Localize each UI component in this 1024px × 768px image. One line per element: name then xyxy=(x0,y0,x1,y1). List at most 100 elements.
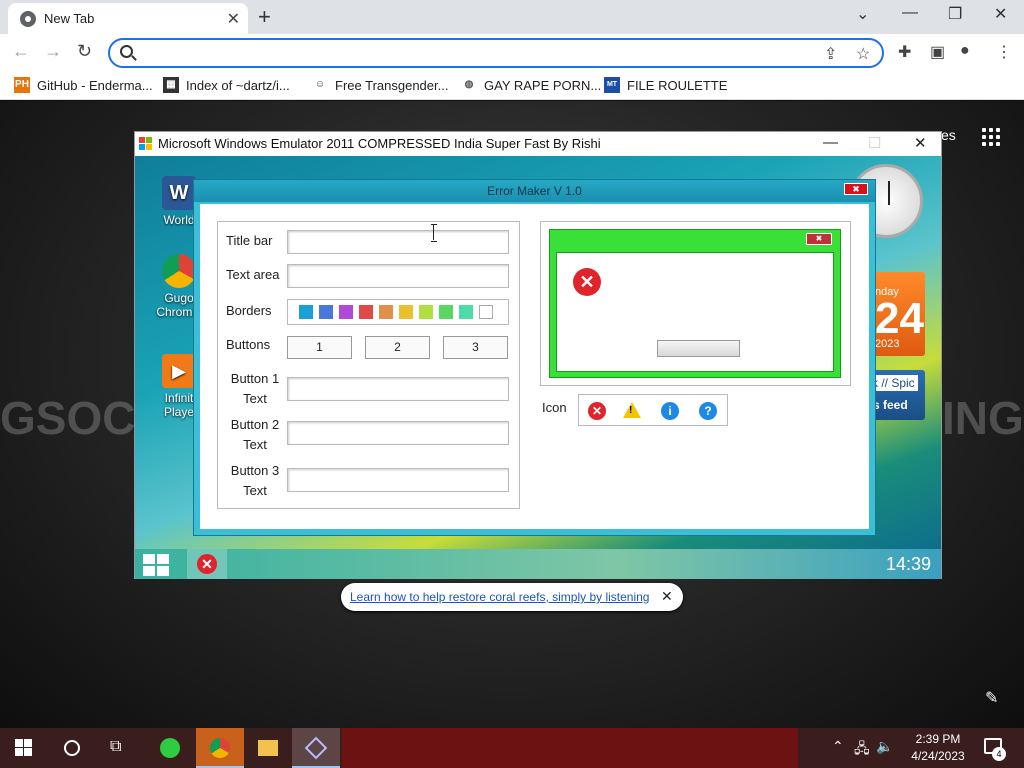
promo-notification: Learn how to help restore coral reefs, s… xyxy=(341,583,683,611)
background-text: ING xyxy=(942,392,1024,444)
border-color-swatch[interactable] xyxy=(419,305,433,319)
button3-text-input[interactable] xyxy=(287,468,509,492)
bookmark-star-icon[interactable]: ☆ xyxy=(856,44,870,64)
side-panel-icon[interactable]: ▣ xyxy=(930,42,945,62)
restore-button[interactable]: ❐ xyxy=(948,4,962,24)
customize-pencil-icon[interactable]: ✎ xyxy=(985,688,998,708)
task-view-button[interactable]: ⧉ xyxy=(96,728,144,768)
bookmark-label: Index of ~dartz/i... xyxy=(186,77,290,93)
border-color-picker xyxy=(287,299,509,325)
border-color-swatch[interactable] xyxy=(379,305,393,319)
show-hidden-icons[interactable]: ⌃ xyxy=(832,738,844,755)
bookmark-item[interactable]: PH GitHub - Enderma... xyxy=(14,77,153,93)
error-maker-window: Error Maker V 1.0 ✖ Title bar Text area … xyxy=(193,179,876,536)
share-icon[interactable]: ⇪ xyxy=(824,44,837,64)
emulator-close-button[interactable]: ✕ xyxy=(914,134,927,152)
warning-icon[interactable]: ! xyxy=(623,402,641,418)
globe-icon: ◍ xyxy=(461,77,477,93)
bookmarks-bar: PH GitHub - Enderma... ▦ Index of ~dartz… xyxy=(0,72,1024,100)
button3-text-label: Button 3 Text xyxy=(230,463,280,498)
profile-icon[interactable]: ● xyxy=(960,42,970,60)
border-color-swatch[interactable] xyxy=(479,305,493,319)
preview-content: ✕ xyxy=(556,252,834,372)
emulator-titlebar[interactable]: Microsoft Windows Emulator 2011 COMPRESS… xyxy=(135,132,941,156)
buttons-count-3[interactable]: 3 xyxy=(443,336,508,359)
text-cursor xyxy=(431,224,437,242)
address-input[interactable] xyxy=(144,44,824,62)
buttons-count-1[interactable]: 1 xyxy=(287,336,352,359)
close-button[interactable]: ✕ xyxy=(994,4,1007,24)
icon-picker: ✕ ! i ? xyxy=(578,394,728,426)
extensions-icon[interactable]: ✚ xyxy=(898,42,911,62)
search-button[interactable] xyxy=(48,728,96,768)
page-icon: ▦ xyxy=(163,77,179,93)
clock-hand xyxy=(888,181,890,205)
promo-close-icon[interactable]: ✕ xyxy=(661,588,673,605)
button2-text-input[interactable] xyxy=(287,421,509,445)
info-icon[interactable]: i xyxy=(661,402,679,420)
border-color-swatch[interactable] xyxy=(439,305,453,319)
text-area-input[interactable] xyxy=(287,264,509,288)
error-preview-panel: ✖ ✕ xyxy=(540,221,851,386)
border-color-swatch[interactable] xyxy=(339,305,353,319)
taskbar-app-chrome[interactable] xyxy=(196,728,244,768)
calendar-date: 24 xyxy=(875,294,924,343)
tab-new-tab[interactable]: New Tab ✕ xyxy=(8,3,248,34)
bookmark-item[interactable]: ☺ Free Transgender... xyxy=(312,77,448,93)
bookmark-item[interactable]: ◍ GAY RAPE PORN... xyxy=(461,77,601,93)
border-color-swatch[interactable] xyxy=(319,305,333,319)
chrome-icon xyxy=(210,738,230,758)
border-color-swatch[interactable] xyxy=(459,305,473,319)
border-color-swatch[interactable] xyxy=(299,305,313,319)
search-icon xyxy=(120,45,133,58)
bookmark-item[interactable]: MT FILE ROULETTE xyxy=(604,77,727,93)
emulator-maximize-button[interactable]: ☐ xyxy=(868,134,881,152)
tab-search-icon[interactable]: ⌄ xyxy=(856,4,869,24)
apps-grid-icon[interactable] xyxy=(982,128,1000,146)
emulated-start-button[interactable] xyxy=(143,554,169,576)
taskbar-error-maker[interactable]: ✕ xyxy=(187,549,227,579)
error-maker-close-button[interactable]: ✖ xyxy=(844,183,868,195)
icon-label: Icon xyxy=(542,400,567,415)
new-tab-button[interactable]: + xyxy=(258,4,271,30)
reload-icon[interactable]: ↻ xyxy=(77,41,92,62)
mask-icon: ☺ xyxy=(312,77,328,93)
emulated-taskbar: ✕ 14:39 xyxy=(135,549,941,579)
start-button[interactable] xyxy=(0,728,48,768)
borders-label: Borders xyxy=(226,303,272,318)
buttons-count-2[interactable]: 2 xyxy=(365,336,430,359)
emulator-title: Microsoft Windows Emulator 2011 COMPRESS… xyxy=(158,136,601,151)
error-icon[interactable]: ✕ xyxy=(588,402,606,420)
title-bar-input[interactable] xyxy=(287,230,509,254)
address-bar[interactable]: ⇪ ☆ xyxy=(108,38,884,68)
tab-title: New Tab xyxy=(44,11,95,26)
taskbar-app-virtualbox[interactable] xyxy=(292,728,340,768)
question-icon[interactable]: ? xyxy=(699,402,717,420)
media-player-icon: ▶ xyxy=(162,354,196,388)
emulator-minimize-button[interactable]: — xyxy=(823,134,838,151)
partial-link-text[interactable]: es xyxy=(941,127,956,143)
buttons-label: Buttons xyxy=(226,337,271,352)
system-clock[interactable]: 2:39 PM 4/24/2023 xyxy=(898,731,978,765)
ph-icon: PH xyxy=(14,77,30,93)
error-icon: ✕ xyxy=(197,554,217,574)
error-maker-titlebar[interactable]: Error Maker V 1.0 ✖ xyxy=(194,180,875,202)
volume-icon[interactable]: 🔈 xyxy=(876,738,893,755)
preview-close-button: ✖ xyxy=(806,233,832,245)
back-icon[interactable]: ← xyxy=(12,41,30,62)
border-color-swatch[interactable] xyxy=(399,305,413,319)
network-icon[interactable]: 🖧 xyxy=(854,738,870,762)
button1-text-input[interactable] xyxy=(287,377,509,401)
menu-icon[interactable]: ⋮ xyxy=(996,42,1012,62)
promo-link[interactable]: Learn how to help restore coral reefs, s… xyxy=(350,590,649,604)
minimize-button[interactable]: — xyxy=(902,4,918,22)
tab-close-icon[interactable]: ✕ xyxy=(227,9,240,29)
taskbar-app-explorer[interactable] xyxy=(244,728,292,768)
border-color-swatch[interactable] xyxy=(359,305,373,319)
settings-panel: Title bar Text area Borders Buttons 1 2 … xyxy=(217,221,520,509)
bookmark-item[interactable]: ▦ Index of ~dartz/i... xyxy=(163,77,290,93)
windows-taskbar: ⧉ ⌃ 🖧 🔈 2:39 PM 4/24/2023 4 xyxy=(0,728,1024,768)
taskbar-app-notes[interactable] xyxy=(146,728,194,768)
forward-icon[interactable]: → xyxy=(44,41,62,62)
desktop-icon-label: Infinit Playe xyxy=(163,391,195,419)
